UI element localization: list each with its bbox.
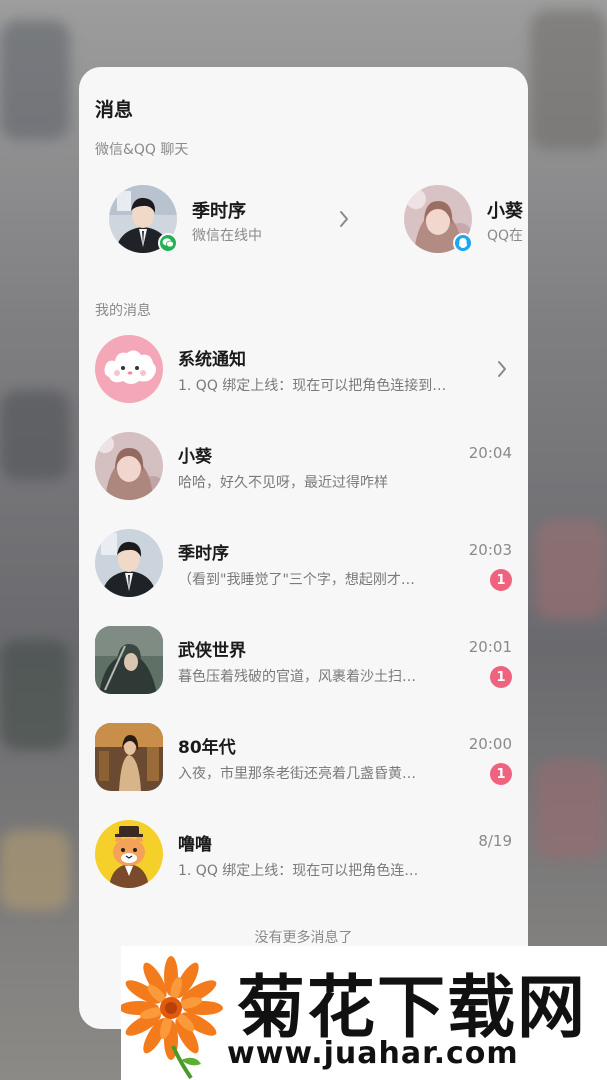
- background-blur: [535, 520, 607, 620]
- background-blur: [0, 20, 70, 140]
- qq-icon: [453, 233, 473, 253]
- message-time: 20:00: [468, 735, 512, 753]
- cat-mascot-icon: [95, 820, 163, 888]
- background-blur: [0, 640, 70, 750]
- message-row[interactable]: 季时序 （看到"我睡觉了"三个字，想起刚才… 20:03 1: [95, 529, 512, 601]
- message-preview: 哈哈，好久不见呀，最近过得咋样: [178, 475, 388, 491]
- end-of-list-text: 没有更多消息了: [254, 930, 353, 946]
- chat-contact-card[interactable]: 小葵 QQ在: [404, 185, 528, 255]
- message-name: 系统通知: [178, 350, 246, 370]
- message-preview: 1. QQ 绑定上线：现在可以把角色连接到…: [178, 378, 447, 394]
- message-name: 噜噜: [178, 835, 212, 855]
- cloud-mascot-icon: [95, 335, 163, 403]
- girl-portrait-icon: [95, 432, 163, 500]
- message-row[interactable]: 小葵 哈哈，好久不见呀，最近过得咋样 20:04: [95, 432, 512, 504]
- message-time: 20:04: [468, 444, 512, 462]
- message-time: 20:01: [468, 638, 512, 656]
- message-name: 武侠世界: [178, 641, 246, 661]
- chat-section-label: 微信&QQ 聊天: [95, 142, 189, 158]
- message-name: 季时序: [178, 544, 229, 564]
- message-preview: （看到"我睡觉了"三个字，想起刚才…: [178, 572, 415, 588]
- message-preview: 暮色压着残破的官道，风裹着沙土扫…: [178, 669, 416, 685]
- contact-name: 季时序: [192, 201, 246, 222]
- swordsman-icon: [95, 626, 163, 694]
- message-preview: 入夜，市里那条老街还亮着几盏昏黄…: [178, 766, 416, 782]
- wechat-icon: [158, 233, 178, 253]
- contact-status: QQ在: [487, 228, 524, 244]
- message-row-system[interactable]: 系统通知 1. QQ 绑定上线：现在可以把角色连接到…: [95, 335, 512, 407]
- unread-badge: 1: [490, 666, 512, 688]
- contact-name: 小葵: [487, 201, 523, 222]
- page-title: 消息: [95, 99, 134, 121]
- watermark-url: www.juahar.com: [227, 1036, 519, 1071]
- message-time: 20:03: [468, 541, 512, 559]
- background-blur: [535, 760, 607, 860]
- flower-logo-icon: [121, 956, 223, 1080]
- message-time: 8/19: [478, 832, 512, 850]
- chevron-right-icon: [498, 361, 506, 377]
- message-name: 小葵: [178, 447, 212, 467]
- chevron-right-icon[interactable]: [337, 209, 351, 229]
- contact-status: 微信在线中: [192, 228, 262, 244]
- unread-badge: 1: [490, 569, 512, 591]
- message-preview: 1. QQ 绑定上线：现在可以把角色连…: [178, 863, 419, 879]
- messages-section-label: 我的消息: [95, 303, 151, 319]
- background-blur: [530, 10, 607, 150]
- message-row[interactable]: 80年代 入夜，市里那条老街还亮着几盏昏黄… 20:00 1: [95, 723, 512, 795]
- retro-woman-icon: [95, 723, 163, 791]
- man-portrait-icon: [95, 529, 163, 597]
- message-row[interactable]: 武侠世界 暮色压着残破的官道，风裹着沙土扫… 20:01 1: [95, 626, 512, 698]
- watermark-banner: 菊花下载网 www.juahar.com: [121, 946, 607, 1080]
- chat-contact-card[interactable]: 季时序 微信在线中: [109, 185, 369, 255]
- background-blur: [0, 830, 70, 910]
- message-name: 80年代: [178, 738, 236, 758]
- background-blur: [0, 390, 70, 480]
- unread-badge: 1: [490, 763, 512, 785]
- message-row[interactable]: 噜噜 1. QQ 绑定上线：现在可以把角色连… 8/19: [95, 820, 512, 892]
- messages-panel: 消息 微信&QQ 聊天 季时序 微信在线中 小葵 QQ在 我的消息 系统通知 1…: [79, 67, 528, 1029]
